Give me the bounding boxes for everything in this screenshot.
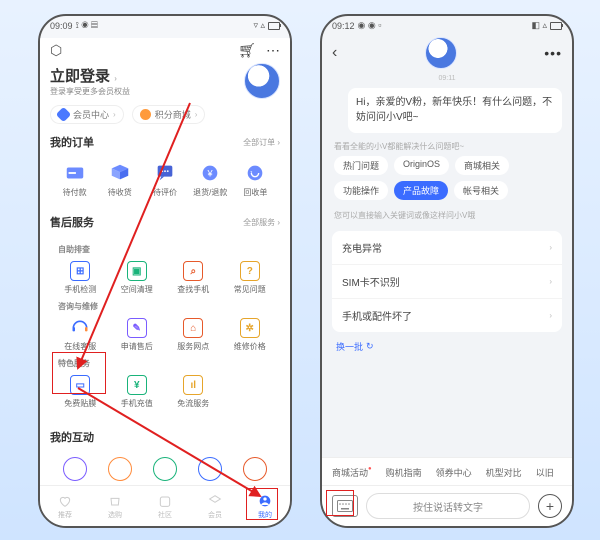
nav-recommend[interactable]: 推荐	[57, 493, 73, 520]
nav-community[interactable]: 社区	[157, 493, 173, 520]
svc-faq[interactable]: ?常见问题	[222, 261, 279, 295]
after-title: 售后服务	[50, 214, 94, 230]
chip-originos[interactable]: OriginOS	[394, 156, 449, 175]
refresh-icon: ↻	[366, 341, 374, 352]
status-time: 09:09	[50, 21, 73, 31]
svc-apply[interactable]: ✎申请售后	[109, 318, 166, 352]
faq-sim[interactable]: SIM卡不识别›	[332, 265, 562, 299]
bot-message: Hi，亲爱的V粉，新年快乐！有什么问题，不妨问问小V吧~	[348, 88, 562, 133]
after-more[interactable]: 全部服务 ›	[243, 217, 280, 228]
battery-icon	[268, 22, 280, 30]
phone-left: 09:09⟟ ◉ ▤ ▿ ▵ ⬡ 🛒︎ ⋯ 立即登录 › 登录享受更多会员权益 …	[38, 14, 292, 528]
settings-icon[interactable]: ⬡	[50, 42, 62, 59]
plus-icon[interactable]: +	[538, 494, 562, 518]
hint-1: 看看全能的小V都能解决什么问题吧~	[322, 137, 572, 156]
svc-online[interactable]: 在线客服	[52, 318, 109, 352]
chip-mall[interactable]: 商城相关	[455, 156, 509, 175]
bot-avatar	[425, 37, 457, 69]
login-row[interactable]: 立即登录 › 登录享受更多会员权益	[40, 63, 290, 99]
pill-member[interactable]: 会员中心›	[50, 105, 124, 124]
order-recycle[interactable]: 回收单	[233, 162, 278, 198]
ia-4[interactable]	[198, 457, 222, 481]
svc-topup[interactable]: ¥手机充值	[109, 375, 166, 409]
cart-icon[interactable]: 🛒︎	[238, 42, 256, 59]
change-batch[interactable]: 换一批↻	[322, 338, 572, 355]
sub-consult: 咨询与维修	[52, 299, 278, 314]
faq-charge[interactable]: 充电异常›	[332, 231, 562, 265]
tab-guide[interactable]: 购机指南	[386, 466, 422, 479]
chip-fault[interactable]: 产品故障	[394, 181, 448, 200]
quick-tabs: 商城活动● 购机指南 领券中心 机型对比 以旧	[322, 457, 572, 486]
avatar[interactable]	[244, 63, 280, 99]
interact-title: 我的互动	[50, 429, 94, 445]
chip-account[interactable]: 帐号相关	[454, 181, 508, 200]
voice-input[interactable]: 按住说话转文字	[366, 493, 530, 519]
sub-feature: 特色服务	[52, 356, 278, 371]
input-bar: 按住说话转文字 +	[322, 485, 572, 526]
bottom-nav: 推荐 选购 社区 会员 我的	[40, 485, 290, 526]
svc-store[interactable]: ⌂服务网点	[165, 318, 222, 352]
phone-right: 09:12◉ ◉ ▫ ◧ ▵ ‹ ••• 09:11 Hi，亲爱的V粉，新年快乐…	[320, 14, 574, 528]
svc-film[interactable]: ▭免费贴膜	[52, 375, 109, 409]
order-pending-pay[interactable]: 待付款	[52, 162, 97, 198]
keyboard-icon[interactable]	[332, 495, 358, 517]
faq-broken[interactable]: 手机或配件坏了›	[332, 299, 562, 332]
status-bar-r: 09:12◉ ◉ ▫ ◧ ▵	[322, 16, 572, 31]
nav-shop[interactable]: 选购	[107, 493, 123, 520]
ia-1[interactable]	[63, 457, 87, 481]
tab-coupon[interactable]: 领券中心	[436, 466, 472, 479]
orders-more[interactable]: 全部订单 ›	[243, 137, 280, 148]
tab-activity[interactable]: 商城活动●	[332, 466, 372, 479]
message-icon[interactable]: ⋯	[266, 42, 280, 59]
chip-feature[interactable]: 功能操作	[334, 181, 388, 200]
svg-text:¥: ¥	[207, 169, 214, 179]
ia-2[interactable]	[108, 457, 132, 481]
tab-trade[interactable]: 以旧	[536, 466, 554, 479]
msg-time: 09:11	[322, 75, 572, 82]
tab-compare[interactable]: 机型对比	[486, 466, 522, 479]
hint-2: 您可以直接输入关键词或像这样问小V哦	[322, 206, 572, 225]
sub-selfcheck: 自助排查	[52, 242, 278, 257]
ia-5[interactable]	[243, 457, 267, 481]
order-pending-ship[interactable]: 待收货	[97, 162, 142, 198]
status-bar: 09:09⟟ ◉ ▤ ▿ ▵	[40, 16, 290, 31]
order-pending-review[interactable]: 待评价	[142, 162, 187, 198]
svc-price[interactable]: ✲维修价格	[222, 318, 279, 352]
pill-points[interactable]: 积分商城›	[132, 105, 206, 124]
nav-member[interactable]: 会员	[207, 493, 223, 520]
ia-3[interactable]	[153, 457, 177, 481]
more-icon[interactable]: •••	[544, 45, 562, 61]
svc-phone-check[interactable]: ⊞手机检测	[52, 261, 109, 295]
login-title: 立即登录	[50, 68, 110, 85]
back-icon[interactable]: ‹	[332, 44, 337, 62]
svc-find[interactable]: ⌕查找手机	[165, 261, 222, 295]
svc-freeflow[interactable]: ıl免流服务	[165, 375, 222, 409]
chip-hot[interactable]: 热门问题	[334, 156, 388, 175]
nav-mine[interactable]: 我的	[257, 493, 273, 520]
order-refund[interactable]: ¥退货/退款	[188, 162, 233, 198]
orders-title: 我的订单	[50, 134, 94, 150]
login-sub: 登录享受更多会员权益	[50, 86, 130, 97]
svc-clean[interactable]: ▣空间清理	[109, 261, 166, 295]
